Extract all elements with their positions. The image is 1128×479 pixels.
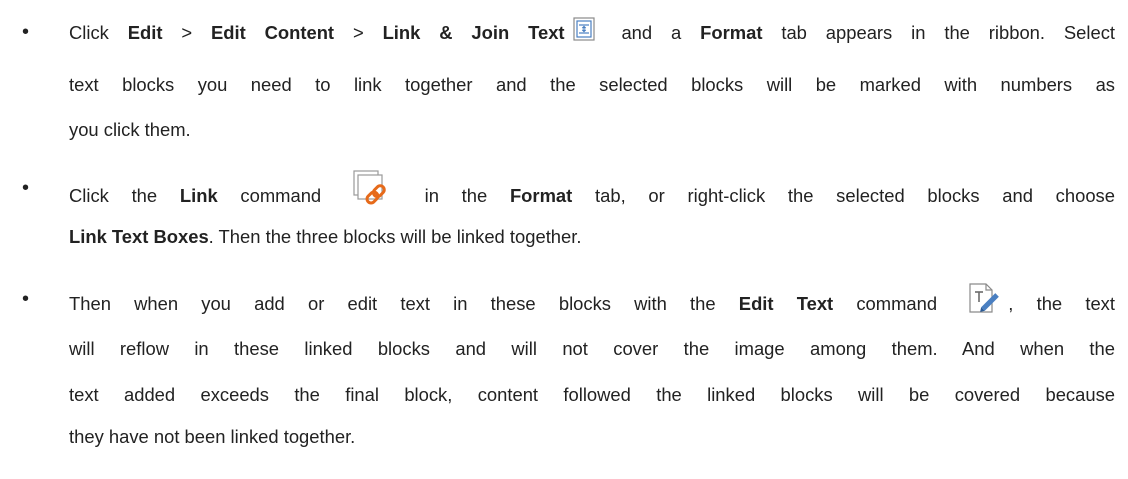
command-reference-link: Link bbox=[179, 184, 218, 206]
bullet-dot-icon: • bbox=[22, 21, 30, 43]
bullet-1-line-3: you click them. bbox=[69, 119, 191, 140]
text-span: Then when you add or edit text in these … bbox=[69, 292, 739, 314]
bullet-3-line-4: they have not been linked together. bbox=[69, 426, 356, 447]
link-join-text-icon bbox=[572, 17, 595, 41]
bullet-1-line-1: Click Edit > Edit Content > Link & Join … bbox=[69, 17, 1116, 46]
text-span: , the text bbox=[1008, 292, 1115, 314]
text-span: tab appears in the ribbon. Select bbox=[762, 22, 1116, 43]
text-span: . Then the three blocks will be linked t… bbox=[208, 226, 582, 247]
document-page: • Click Edit > Edit Content > Link & Joi… bbox=[0, 0, 1128, 479]
bullet-dot-icon: • bbox=[22, 288, 30, 310]
menu-reference-edit: Edit bbox=[127, 22, 163, 43]
text-span: command bbox=[217, 184, 344, 206]
bullet-2-line-1: Click the Link command in the Format tab… bbox=[69, 170, 1115, 216]
tab-reference-format: Format bbox=[509, 184, 573, 206]
bullet-3-line-3: text added exceeds the final block, cont… bbox=[69, 384, 1115, 405]
bullet-dot-icon: • bbox=[22, 177, 30, 199]
bullet-3-line-2: will reflow in these linked blocks and w… bbox=[69, 338, 1115, 359]
text-span: Click the bbox=[69, 184, 180, 206]
text-span: > bbox=[334, 22, 383, 43]
text-span: tab, or right-click the selected blocks … bbox=[572, 184, 1115, 206]
edit-text-icon bbox=[968, 282, 1002, 314]
command-reference-edit-text: Edit Text bbox=[738, 292, 834, 314]
bullet-1-line-2: text blocks you need to link together an… bbox=[69, 74, 1115, 95]
tab-reference-format: Format bbox=[700, 22, 763, 43]
text-span: Click bbox=[69, 22, 128, 43]
text-span: and a bbox=[602, 22, 701, 43]
bullet-2-line-2: Link Text Boxes. Then the three blocks w… bbox=[69, 226, 581, 248]
menu-reference-edit-content: Edit Content bbox=[210, 22, 335, 43]
menu-reference-link-text-boxes: Link Text Boxes bbox=[69, 226, 209, 247]
text-span: command bbox=[833, 292, 961, 314]
command-reference-link-join-text: Link & Join Text bbox=[382, 22, 565, 43]
link-icon bbox=[352, 169, 390, 207]
bullet-3-line-1: Then when you add or edit text in these … bbox=[69, 283, 1115, 321]
text-span: > bbox=[162, 22, 211, 43]
text-span: in the bbox=[401, 184, 510, 206]
